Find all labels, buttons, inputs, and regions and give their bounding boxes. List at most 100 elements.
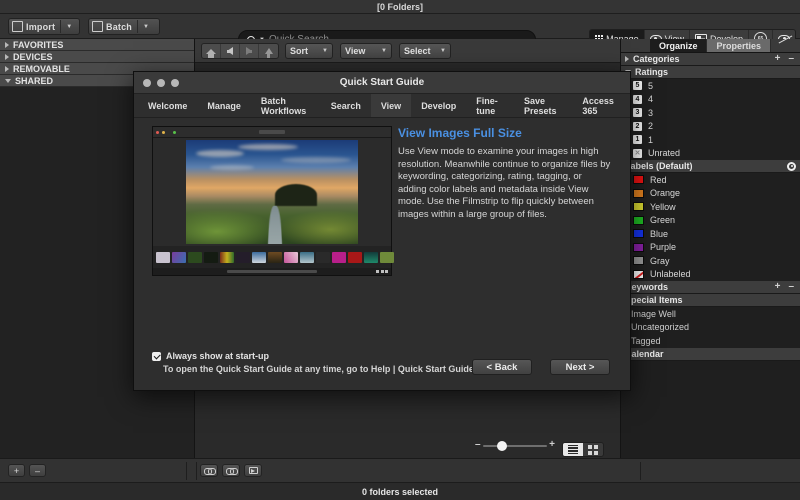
rating-row-2[interactable]: 2 2 [621,120,800,134]
status-bar: 0 folders selected [0,482,800,500]
tab-develop[interactable]: Develop [411,94,466,117]
section-special-items[interactable]: Special Items [621,294,800,307]
gear-icon[interactable] [787,161,796,171]
always-show-checkbox[interactable] [152,351,161,361]
tab-develop-label: Develop [421,100,457,111]
add-folder-button[interactable]: + [8,464,25,477]
slideshow-button[interactable] [244,464,262,477]
remove-category-button[interactable]: – [786,54,796,64]
special-item-tagged[interactable]: Tagged [621,334,800,348]
guide-heading: View Images Full Size [398,126,522,140]
rating-row-1[interactable]: 1 1 [621,133,800,147]
label-row-green[interactable]: Green [621,214,800,228]
label-row-orange[interactable]: Orange [621,187,800,201]
tab-manage[interactable]: Manage [197,94,251,117]
always-show-checkbox-row[interactable]: Always show at start-up [152,351,269,361]
tab-view[interactable]: View [370,94,412,117]
guide-screenshot [152,126,394,276]
home-button[interactable] [202,44,221,58]
section-categories-label: Categories [633,54,680,64]
import-button[interactable]: Import ▼ [8,18,80,35]
next-button[interactable]: Next > [550,359,610,375]
label-row-yellow[interactable]: Yellow [621,200,800,214]
right-panel-tabs: Organize Properties [621,39,800,53]
rating-row-5[interactable]: 5 5 [621,79,800,93]
section-labels[interactable]: Labels (Default) [621,160,800,173]
rating-row-3[interactable]: 3 3 [621,106,800,120]
chevron-down-icon[interactable]: ▼ [66,24,72,30]
tab-batch-workflows[interactable]: Batch Workflows [251,94,321,117]
maximize-icon[interactable] [171,78,179,87]
label-row-purple[interactable]: Purple [621,241,800,255]
special-item-image-well[interactable]: Image Well [621,307,800,321]
sidebar-item-devices[interactable]: DEVICES [0,51,194,63]
section-keywords[interactable]: Keywords + – [621,281,800,294]
label-row-gray[interactable]: Gray [621,254,800,268]
tab-properties[interactable]: Properties [707,39,772,52]
bottom-toolbar: + – – + [0,439,800,482]
batch-button[interactable]: Batch ▼ [88,18,160,35]
label-row-red[interactable]: Red [621,173,800,187]
sidebar-item-favorites[interactable]: FAVORITES [0,39,194,51]
section-calendar[interactable]: Calendar [621,347,800,361]
zoom-out-label[interactable]: – [475,439,481,450]
rating-label: 1 [648,134,654,145]
zoom-in-label[interactable]: + [549,439,555,450]
zoom-slider[interactable]: – + [475,434,555,458]
filmstrip-thumb [332,251,346,263]
tab-access-365[interactable]: Access 365 [572,94,626,117]
screenshot-window-controls [156,130,176,134]
select-label: Select [404,46,431,56]
rating-badge: ✕ [633,148,642,158]
add-keyword-button[interactable]: + [773,282,783,292]
remove-keyword-button[interactable]: – [786,282,796,292]
rating-row-unrated[interactable]: ✕ Unrated [621,147,800,161]
filmstrip-thumb [284,251,298,263]
divider [60,20,62,33]
close-icon[interactable] [143,78,151,87]
chevron-down-icon: ▼ [322,48,328,54]
tab-organize[interactable]: Organize [649,39,708,52]
rating-label: 3 [648,107,654,118]
tab-search[interactable]: Search [321,94,371,117]
back-button[interactable] [221,44,240,58]
color-swatch [633,202,644,212]
select-dropdown[interactable]: Select ▼ [399,43,451,59]
section-ratings[interactable]: Ratings [621,66,800,79]
label-row-blue[interactable]: Blue [621,227,800,241]
filmstrip-thumb [204,251,218,263]
tab-fine-tune[interactable]: Fine-tune [466,94,514,117]
divider [137,20,139,33]
add-category-button[interactable]: + [773,54,783,64]
up-button[interactable] [259,44,278,58]
color-swatch [633,175,644,185]
up-arrow-icon [264,48,273,58]
list-view-button[interactable] [563,443,583,456]
sort-dropdown[interactable]: Sort ▼ [285,43,333,59]
link-button[interactable] [200,464,218,477]
special-item-label: Image Well [631,308,676,319]
tab-welcome[interactable]: Welcome [138,94,197,117]
special-item-uncategorized[interactable]: Uncategorized [621,321,800,335]
label-row-unlabeled[interactable]: Unlabeled [621,268,800,282]
minimize-icon[interactable] [157,78,165,87]
sidebar-item-label: DEVICES [13,51,53,62]
sort-label: Sort [290,46,308,56]
filmstrip-thumb [156,251,170,263]
dialog-title-bar: Quick Start Guide [134,72,630,94]
tab-save-presets[interactable]: Save Presets [514,94,572,117]
section-categories[interactable]: Categories + – [621,53,800,66]
forward-button[interactable] [240,44,259,58]
grid-view-button[interactable] [583,443,603,456]
rating-label: Unrated [648,148,681,159]
remove-folder-button[interactable]: – [29,464,46,477]
chevron-down-icon[interactable]: ▼ [143,24,149,30]
screenshot-canvas [153,138,391,246]
back-arrow-icon [227,47,233,55]
tab-save-presets-label: Save Presets [523,95,557,116]
slider-knob[interactable] [497,440,507,451]
back-button[interactable]: < Back [472,359,532,375]
rating-row-4[interactable]: 4 4 [621,93,800,107]
view-dropdown[interactable]: View ▼ [340,43,392,59]
unlink-button[interactable] [222,464,240,477]
